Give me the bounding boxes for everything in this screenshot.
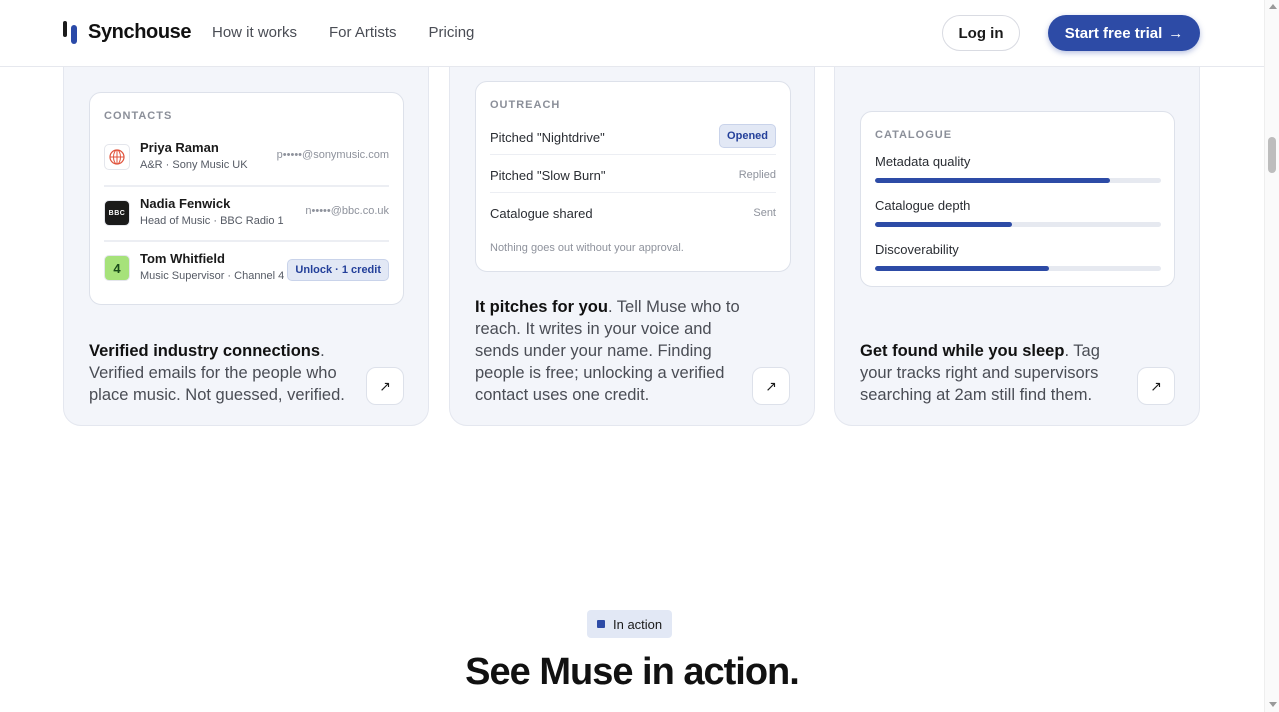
card-copy: It pitches for you. Tell Muse who to rea…	[475, 296, 740, 406]
meter-fill	[875, 266, 1050, 271]
approval-note: Nothing goes out without your approval.	[490, 242, 684, 254]
logo-mark-icon	[63, 20, 79, 44]
square-icon	[597, 620, 605, 628]
outreach-text: Pitched "Nightdrive"	[490, 130, 605, 145]
brand-name: Synchouse	[88, 20, 192, 43]
meter-label: Catalogue depth	[875, 198, 971, 213]
main-nav: How it works For Artists Pricing	[212, 24, 474, 41]
outreach-row[interactable]: Pitched "Slow Burn" Replied	[490, 156, 776, 193]
meter-fill	[875, 222, 1013, 227]
site-header: Synchouse How it works For Artists Prici…	[0, 0, 1264, 67]
start-trial-label: Start free trial	[1064, 24, 1163, 42]
contacts-panel: CONTACTS Priya Raman A&R · Sony Music UK…	[89, 92, 404, 305]
meter-label: Metadata quality	[875, 154, 971, 169]
unlock-contact-button[interactable]: Unlock · 1 credit	[287, 259, 389, 281]
meter-track	[875, 222, 1161, 227]
feature-card-pitching: OUTREACH Pitched "Nightdrive" Opened Pit…	[449, 40, 815, 426]
status-text: Replied	[738, 169, 776, 181]
contact-row[interactable]: BBC Nadia Fenwick Head of Music · BBC Ra…	[104, 186, 389, 241]
arrow-right-icon: →	[1168, 24, 1184, 42]
section-heading: See Muse in action.	[465, 651, 800, 693]
outreach-panel: OUTREACH Pitched "Nightdrive" Opened Pit…	[475, 81, 791, 272]
contact-role: A&R · Sony Music UK	[140, 159, 248, 171]
login-button[interactable]: Log in	[942, 15, 1020, 51]
status-text: Sent	[753, 207, 776, 219]
contact-email: p•••••@sonymusic.com	[276, 149, 389, 161]
card-link-button[interactable]: ↗	[752, 367, 790, 405]
metadata-quality-meter: Metadata quality	[875, 154, 1161, 183]
arrow-up-right-icon: ↗	[765, 377, 777, 394]
outreach-row[interactable]: Catalogue shared Sent	[490, 194, 776, 231]
contact-role: Music Supervisor · Channel 4	[140, 270, 285, 282]
nav-pricing[interactable]: Pricing	[429, 24, 475, 41]
contact-name: Tom Whitfield	[140, 251, 225, 266]
scroll-up-icon[interactable]	[1269, 4, 1277, 9]
contact-role: Head of Music · BBC Radio 1	[140, 215, 284, 227]
catalogue-label: CATALOGUE	[875, 129, 953, 141]
bbc-logo-icon: BBC	[104, 200, 130, 226]
outreach-label: OUTREACH	[490, 99, 561, 111]
sony-music-logo-icon	[104, 144, 130, 170]
feature-card-discovery: CATALOGUE Metadata quality Catalogue dep…	[834, 40, 1200, 426]
contact-email: n•••••@bbc.co.uk	[305, 205, 389, 217]
contacts-label: CONTACTS	[104, 110, 173, 122]
section-pill-label: In action	[613, 616, 663, 632]
brand-logo[interactable]: Synchouse	[63, 20, 192, 44]
contact-name: Nadia Fenwick	[140, 196, 231, 211]
discoverability-meter: Discoverability	[875, 242, 1161, 271]
card-title: Verified industry connections	[89, 342, 321, 360]
nav-how-it-works[interactable]: How it works	[212, 24, 297, 41]
card-title: It pitches for you	[475, 298, 608, 316]
outreach-text: Catalogue shared	[490, 206, 593, 221]
arrow-up-right-icon: ↗	[1150, 377, 1162, 394]
contact-name: Priya Raman	[140, 140, 219, 155]
catalogue-depth-meter: Catalogue depth	[875, 198, 1161, 227]
card-copy: Verified industry connections. Verified …	[89, 340, 354, 406]
section-pill: In action	[587, 610, 673, 638]
scrollbar-thumb[interactable]	[1268, 137, 1276, 173]
meter-track	[875, 178, 1161, 183]
meter-label: Discoverability	[875, 242, 959, 257]
card-title: Get found while you sleep	[860, 342, 1065, 360]
card-link-button[interactable]: ↗	[366, 367, 404, 405]
card-link-button[interactable]: ↗	[1137, 367, 1175, 405]
outreach-row[interactable]: Pitched "Nightdrive" Opened	[490, 118, 776, 155]
page-scrollbar[interactable]	[1264, 0, 1279, 712]
scroll-down-icon[interactable]	[1269, 702, 1277, 707]
meter-track	[875, 266, 1161, 271]
contact-row[interactable]: 4 Tom Whitfield Music Supervisor · Chann…	[104, 241, 389, 296]
status-badge: Opened	[719, 124, 776, 148]
arrow-up-right-icon: ↗	[379, 377, 391, 394]
catalogue-panel: CATALOGUE Metadata quality Catalogue dep…	[860, 111, 1175, 287]
nav-for-artists[interactable]: For Artists	[329, 24, 397, 41]
channel-4-logo-icon: 4	[104, 255, 130, 281]
card-copy: Get found while you sleep. Tag your trac…	[860, 340, 1125, 406]
meter-fill	[875, 178, 1110, 183]
outreach-text: Pitched "Slow Burn"	[490, 168, 606, 183]
start-trial-button[interactable]: Start free trial →	[1048, 15, 1200, 51]
contact-row[interactable]: Priya Raman A&R · Sony Music UK p•••••@s…	[104, 131, 389, 186]
feature-card-connections: CONTACTS Priya Raman A&R · Sony Music UK…	[63, 40, 429, 426]
